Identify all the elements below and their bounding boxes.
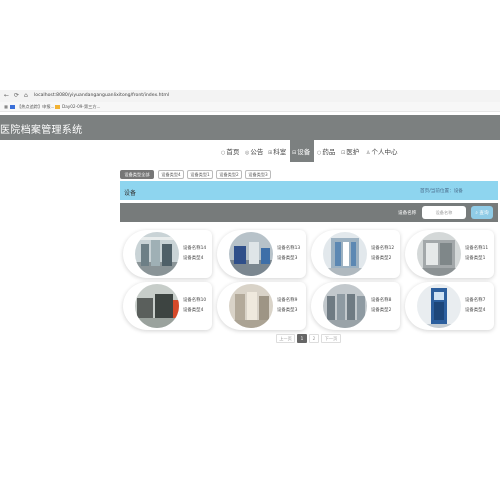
equipment-image xyxy=(417,284,461,328)
equipment-card[interactable]: 设备名称7 设备类型4 xyxy=(405,282,494,330)
user-icon: ♙ xyxy=(366,150,371,156)
equipment-name: 设备名称14 xyxy=(183,246,207,251)
equipment-image xyxy=(323,284,367,328)
equipment-type: 设备类型3 xyxy=(277,256,298,261)
equipment-type: 设备类型2 xyxy=(371,308,392,313)
equipment-card[interactable]: 设备名称14 设备类型4 xyxy=(123,230,212,278)
equipment-card[interactable]: 设备名称9 设备类型3 xyxy=(217,282,306,330)
category-tab-type4[interactable]: 设备类型4 xyxy=(158,170,184,179)
equipment-name: 设备名称12 xyxy=(371,246,395,251)
equipment-type: 设备类型4 xyxy=(465,308,486,313)
category-tab-type3[interactable]: 设备类型3 xyxy=(245,170,271,179)
equipment-image xyxy=(135,232,179,276)
back-icon[interactable]: ← xyxy=(4,92,9,99)
equipment-card[interactable]: 设备名称12 设备类型2 xyxy=(311,230,400,278)
staff-icon: ⊡ xyxy=(341,150,346,156)
equipment-card[interactable]: 设备名称8 设备类型2 xyxy=(311,282,400,330)
equipment-name: 设备名称13 xyxy=(277,246,301,251)
url-field[interactable]: localhost:8080/yiyuandanganguanlixitong/… xyxy=(34,93,169,98)
category-tab-all[interactable]: 设备类型全部 xyxy=(120,170,154,179)
search-input[interactable] xyxy=(422,206,466,219)
page-2-button[interactable]: 2 xyxy=(309,334,319,343)
folder-icon xyxy=(55,105,60,109)
nav-item-home[interactable]: ○首页 xyxy=(221,146,239,156)
category-tab-type1[interactable]: 设备类型1 xyxy=(187,170,213,179)
bookmark-apps-icon[interactable]: ▦ xyxy=(4,104,8,109)
site-title: 医院档案管理系统 xyxy=(0,125,83,136)
equipment-card[interactable]: 设备名称13 设备类型3 xyxy=(217,230,306,278)
equipment-type: 设备类型4 xyxy=(183,308,204,313)
notice-icon: ◎ xyxy=(245,150,250,156)
bookmark-item[interactable]: 【热点追踪】申报... xyxy=(10,104,55,110)
nav-item-notice[interactable]: ◎公告 xyxy=(245,146,263,156)
prev-page-button[interactable]: 上一页 xyxy=(276,334,295,343)
equipment-type: 设备类型1 xyxy=(465,256,486,261)
home-icon: ○ xyxy=(221,150,226,156)
equipment-type: 设备类型2 xyxy=(371,256,392,261)
equipment-name: 设备名称7 xyxy=(465,298,486,303)
home-browser-icon[interactable]: ⌂ xyxy=(24,92,28,99)
search-button[interactable]: ⌕ 查询 xyxy=(471,206,493,219)
equipment-image xyxy=(417,232,461,276)
equipment-image xyxy=(323,232,367,276)
category-tab-type2[interactable]: 设备类型2 xyxy=(216,170,242,179)
equipment-name: 设备名称8 xyxy=(371,298,392,303)
nav-item-equipment[interactable]: ⊟设备 xyxy=(292,146,310,156)
equipment-type: 设备类型4 xyxy=(183,256,204,261)
medicine-icon: ○ xyxy=(317,150,322,156)
section-title: 设备 xyxy=(124,190,137,197)
nav-item-department[interactable]: ⊞科室 xyxy=(268,146,286,156)
equipment-icon: ⊟ xyxy=(292,150,297,156)
nav-item-medicine[interactable]: ○药品 xyxy=(317,146,335,156)
nav-item-user-center[interactable]: ♙个人中心 xyxy=(366,146,397,156)
bookmark-favicon-icon xyxy=(10,105,15,109)
equipment-name: 设备名称10 xyxy=(183,298,207,303)
equipment-card[interactable]: 设备名称11 设备类型1 xyxy=(405,230,494,278)
bookmark-item[interactable]: Day02-09-第三方... xyxy=(55,104,101,110)
search-label: 设备名称 xyxy=(398,211,417,216)
breadcrumb[interactable]: 首页/当前位置：设备 xyxy=(420,188,463,194)
department-icon: ⊞ xyxy=(268,150,273,156)
search-icon: ⌕ xyxy=(475,210,478,216)
equipment-image xyxy=(229,232,273,276)
equipment-card[interactable]: 设备名称10 设备类型4 xyxy=(123,282,212,330)
page-1-button[interactable]: 1 xyxy=(297,334,307,343)
next-page-button[interactable]: 下一页 xyxy=(321,334,341,343)
equipment-image xyxy=(229,284,273,328)
equipment-image xyxy=(135,284,179,328)
equipment-name: 设备名称9 xyxy=(277,298,298,303)
reload-icon[interactable]: ⟳ xyxy=(14,92,19,99)
nav-item-staff[interactable]: ⊡医护 xyxy=(341,146,359,156)
equipment-name: 设备名称11 xyxy=(465,246,489,251)
equipment-type: 设备类型3 xyxy=(277,308,298,313)
